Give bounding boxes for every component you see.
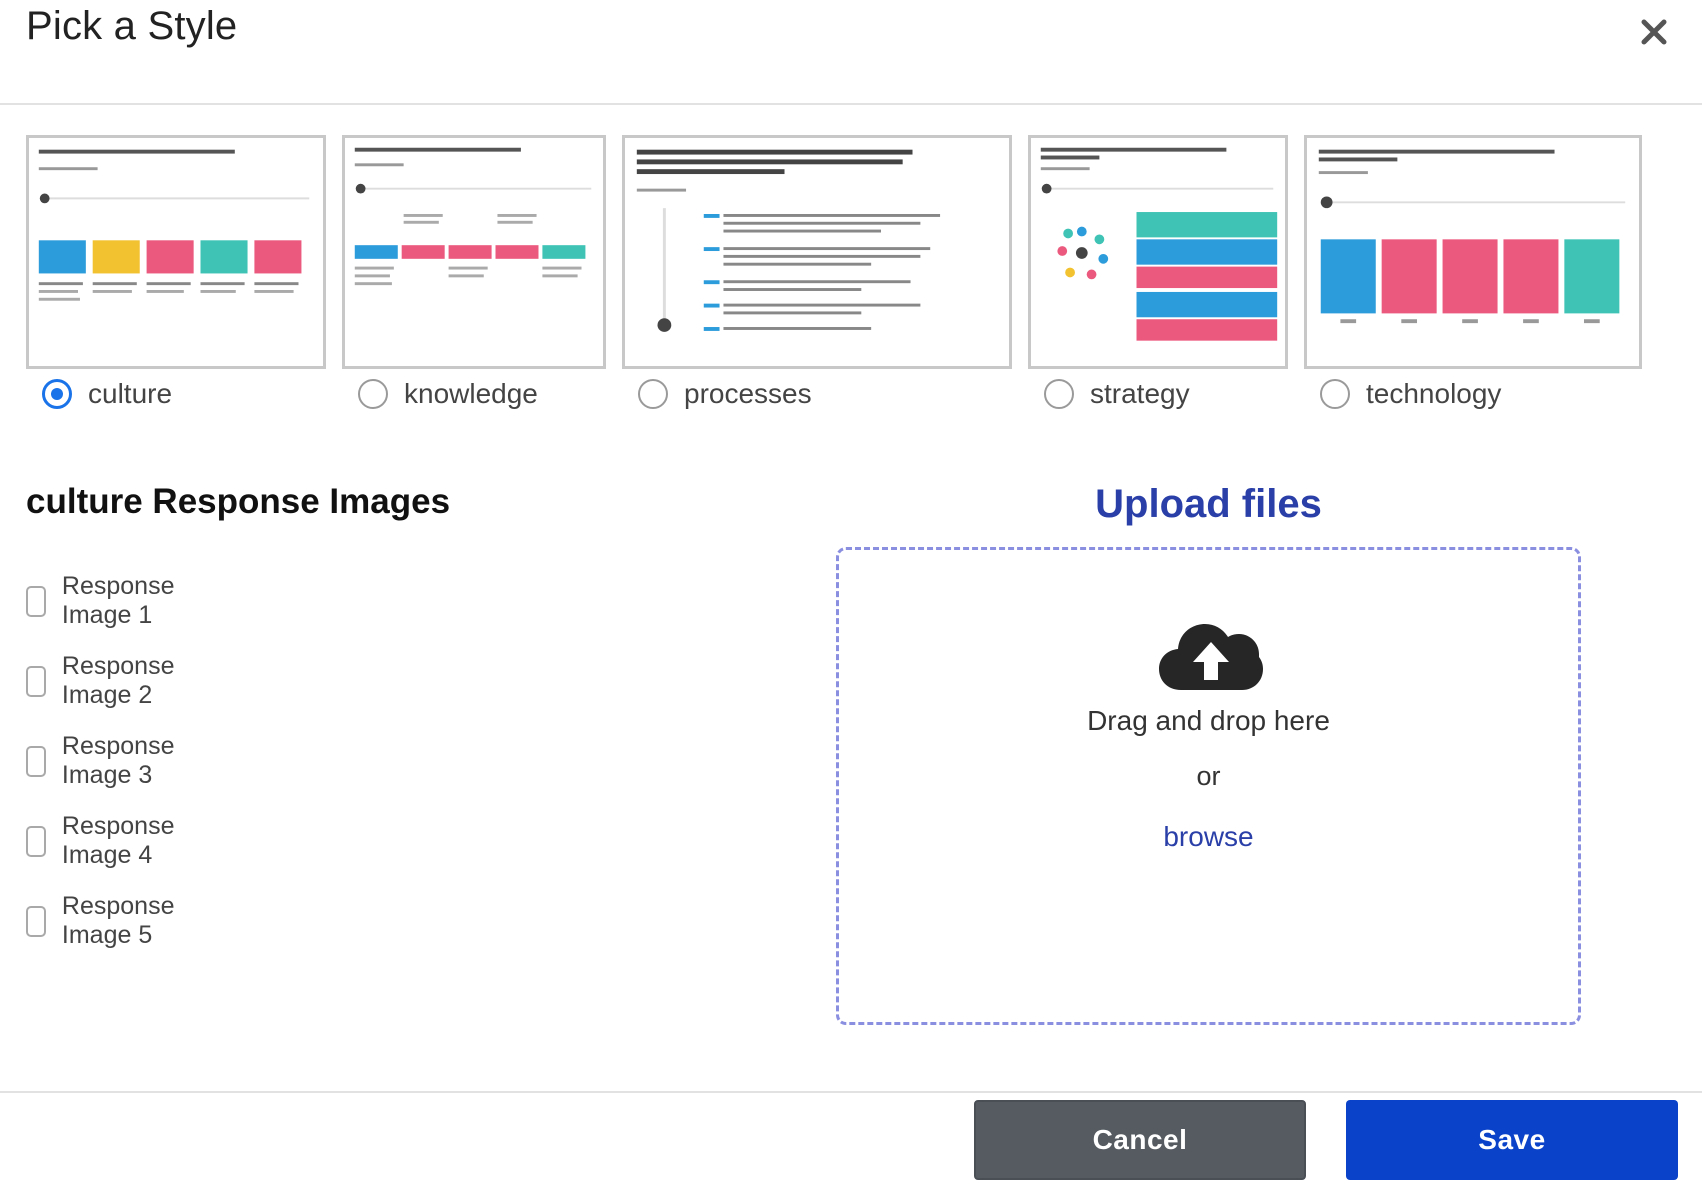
- dialog-header: Pick a Style: [0, 0, 1702, 105]
- style-thumbnail-knowledge[interactable]: [342, 135, 606, 369]
- style-thumbnail-processes[interactable]: [622, 135, 1012, 369]
- file-dropzone[interactable]: Drag and drop here or browse: [836, 547, 1581, 1025]
- style-thumbnail-culture[interactable]: [26, 135, 326, 369]
- upload-title: Upload files: [1095, 482, 1322, 526]
- style-option-knowledge[interactable]: knowledge: [358, 378, 538, 410]
- style-option-processes[interactable]: processes: [638, 378, 812, 410]
- radio-strategy[interactable]: [1044, 379, 1074, 409]
- radio-technology[interactable]: [1320, 379, 1350, 409]
- style-thumbnail-strategy[interactable]: [1028, 135, 1288, 369]
- browse-link[interactable]: browse: [839, 821, 1578, 853]
- response-image-checkbox[interactable]: [26, 905, 46, 937]
- drag-drop-text: Drag and drop here: [1087, 705, 1330, 736]
- response-image-label: Response Image 1: [61, 572, 175, 629]
- style-thumbnail-technology[interactable]: [1304, 135, 1642, 369]
- response-image-checkbox[interactable]: [26, 585, 46, 617]
- cloud-upload-icon: [1159, 616, 1263, 692]
- response-image-checkbox[interactable]: [26, 665, 46, 697]
- response-image-item[interactable]: Response Image 4: [26, 812, 186, 870]
- response-image-label: Response Image 4: [61, 812, 175, 869]
- style-label-culture: culture: [88, 378, 173, 409]
- response-image-checkbox[interactable]: [26, 745, 46, 777]
- style-picker: culture knowledge processes strategy tec…: [0, 135, 1702, 415]
- save-button[interactable]: Save: [1346, 1100, 1678, 1180]
- radio-processes[interactable]: [638, 379, 668, 409]
- response-image-checkbox[interactable]: [26, 825, 46, 857]
- radio-knowledge[interactable]: [358, 379, 388, 409]
- dialog-title: Pick a Style: [26, 4, 238, 48]
- response-image-label: Response Image 2: [61, 652, 175, 709]
- response-image-item[interactable]: Response Image 3: [26, 732, 186, 790]
- cancel-button[interactable]: Cancel: [974, 1100, 1306, 1180]
- response-image-label: Response Image 3: [61, 732, 175, 789]
- style-option-strategy[interactable]: strategy: [1044, 378, 1190, 410]
- close-icon[interactable]: [1634, 12, 1674, 52]
- style-option-culture[interactable]: culture: [42, 378, 172, 410]
- style-label-knowledge: knowledge: [404, 378, 538, 409]
- style-label-processes: processes: [684, 378, 812, 409]
- or-text: or: [1196, 761, 1221, 791]
- response-image-item[interactable]: Response Image 2: [26, 652, 186, 710]
- style-label-technology: technology: [1366, 378, 1502, 409]
- style-label-strategy: strategy: [1090, 378, 1190, 409]
- response-image-item[interactable]: Response Image 5: [26, 892, 186, 950]
- response-image-label: Response Image 5: [61, 892, 175, 949]
- response-images-title: culture Response Images: [26, 482, 451, 521]
- radio-culture[interactable]: [42, 379, 72, 409]
- response-image-item[interactable]: Response Image 1: [26, 572, 186, 630]
- style-option-technology[interactable]: technology: [1320, 378, 1501, 410]
